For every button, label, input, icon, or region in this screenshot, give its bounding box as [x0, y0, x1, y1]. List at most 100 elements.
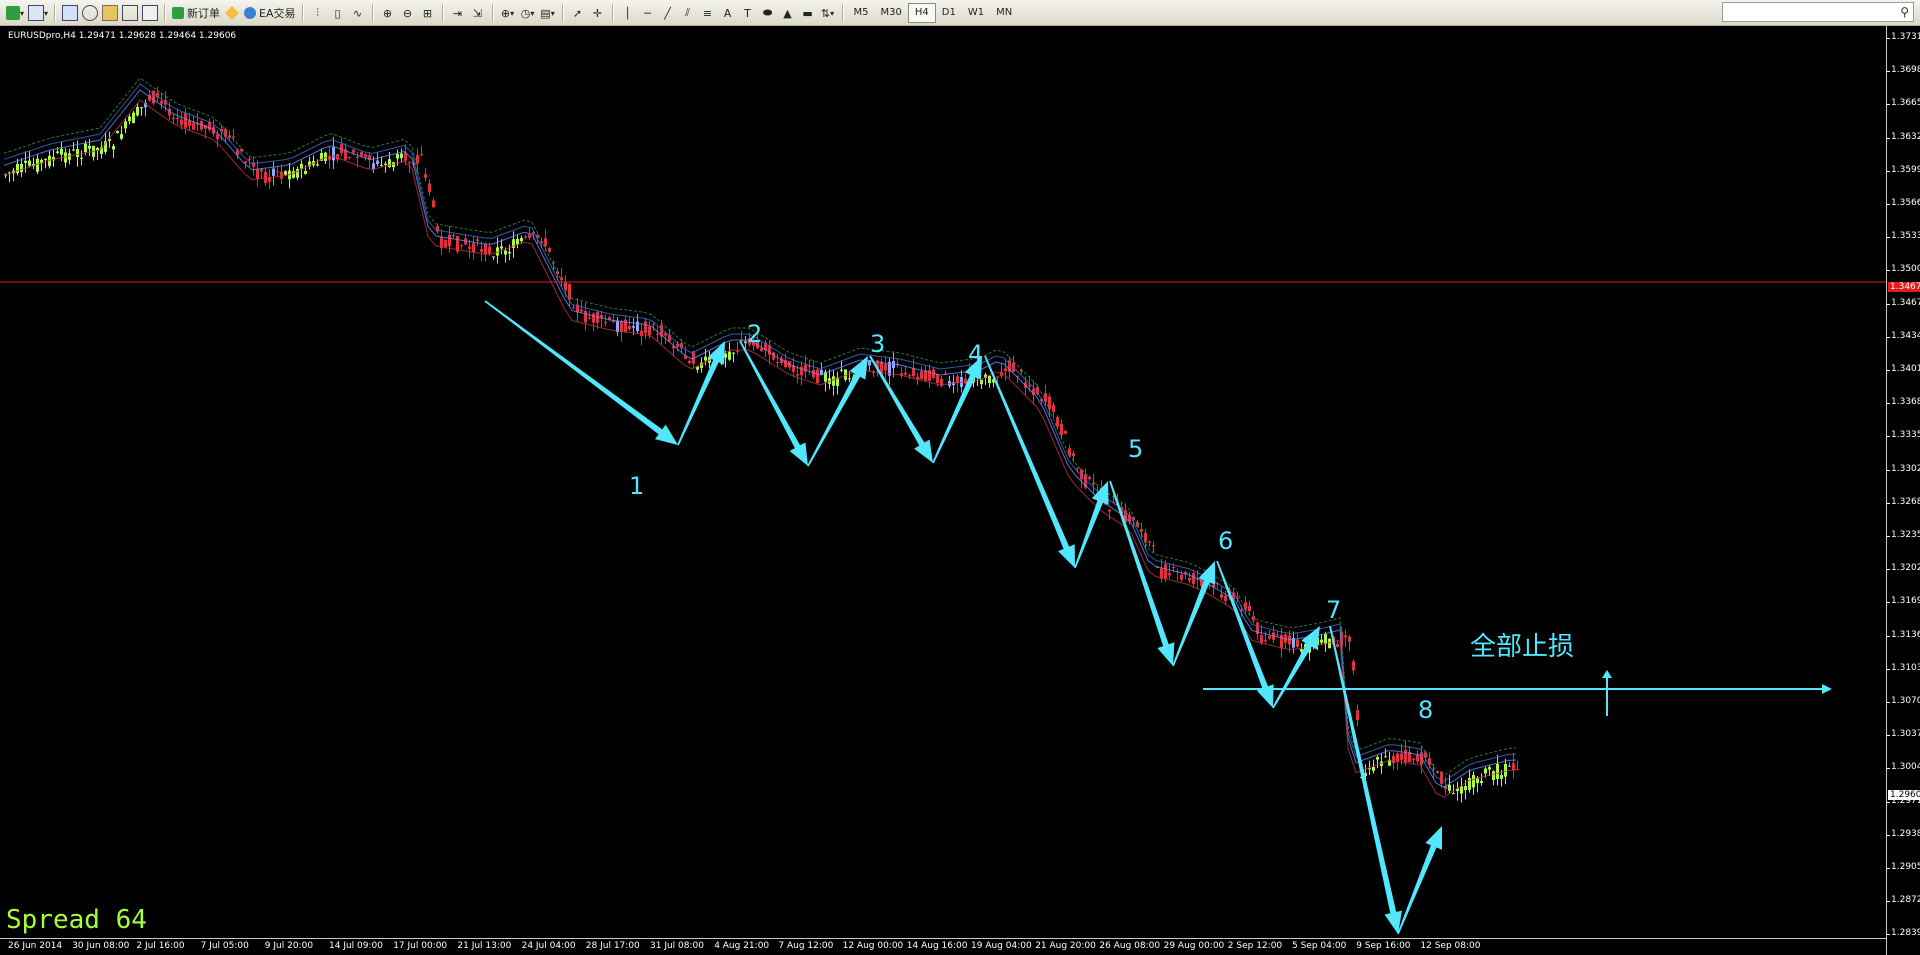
arrows-button[interactable]: ⇅ ▾ — [818, 3, 838, 23]
indicators-button[interactable]: ⊕ ▾ — [498, 3, 518, 23]
search-icon[interactable]: ⚲ — [1900, 5, 1909, 19]
price-axis[interactable]: 1.37310 1.36980 1.36650 1.36320 1.35990 1.356… — [1886, 26, 1920, 955]
time-tick: 7 Jul 05:00 — [200, 941, 249, 951]
time-axis[interactable]: 26 Jun 2014 30 Jun 08:00 2 Jul 16:00 7 Jul … — [0, 938, 1886, 955]
timeframe-mn[interactable]: MN — [990, 4, 1018, 22]
price-tick: 1.34670 — [1886, 298, 1920, 308]
timeframe-w1[interactable]: W1 — [962, 4, 990, 22]
ellipse-button[interactable]: ⬬ — [758, 3, 778, 23]
editor-icon — [224, 5, 240, 21]
stop-loss-line[interactable] — [1203, 670, 1832, 716]
wave-arrows — [484, 300, 1442, 935]
clock-icon: ◷ — [520, 6, 531, 20]
time-tick: 14 Aug 16:00 — [906, 941, 968, 951]
vertical-line-button[interactable]: │ — [618, 3, 638, 23]
cursor-button[interactable]: ➚ — [568, 3, 588, 23]
price-tick: 1.28725 — [1886, 895, 1920, 905]
navigator-button[interactable] — [100, 3, 120, 23]
tester-icon — [142, 5, 159, 21]
zoom-in-button[interactable]: ⊕ — [378, 3, 398, 23]
new-chart-button[interactable]: ▾ — [4, 3, 26, 23]
time-tick: 9 Jul 20:00 — [264, 941, 314, 951]
terminal-button[interactable] — [120, 3, 140, 23]
triangle-button[interactable]: ▲ — [778, 3, 798, 23]
timeframe-m30[interactable]: M30 — [875, 4, 908, 22]
time-tick: 24 Jul 04:00 — [521, 941, 576, 951]
data-window-button[interactable] — [80, 3, 100, 23]
ea-label: EA交易 — [259, 7, 296, 20]
vertical-line-icon: │ — [624, 6, 631, 20]
line-chart-button[interactable]: ∿ — [348, 3, 368, 23]
time-tick: 31 Jul 08:00 — [650, 941, 704, 951]
time-tick: 2 Jul 16:00 — [136, 941, 185, 951]
cursor-icon: ➚ — [572, 6, 583, 20]
timeframe-m5[interactable]: M5 — [848, 4, 875, 22]
crosshair-tool-icon: ✛ — [592, 6, 603, 20]
toolbar: ▾ ▾ 新订单 EA交易 ⫶ ▯ ∿ ⊕ ⊖ ⊞ ⇥ ⇲ ⊕ ▾ ◷ ▾ ▤ ▾ ➚ … — [0, 0, 1920, 26]
plus-chart-icon — [6, 6, 20, 20]
current-price-tag: 1.29606 — [1888, 790, 1920, 800]
trendline-button[interactable]: ╱ — [658, 3, 678, 23]
zoom-out-button[interactable]: ⊖ — [398, 3, 418, 23]
wave-arrow[interactable] — [1329, 625, 1402, 934]
wave-label-7: 7 — [1326, 596, 1342, 624]
ea-trading-button[interactable]: EA交易 — [242, 3, 297, 23]
chart-title: EURUSDpro,H4 1.29471 1.29628 1.29464 1.2… — [8, 31, 237, 41]
time-tick: 30 Jun 08:00 — [72, 941, 130, 951]
wave-label-8: 8 — [1418, 696, 1434, 724]
price-tick: 1.30045 — [1886, 762, 1920, 772]
text-icon: A — [723, 6, 732, 20]
metaeditor-button[interactable] — [222, 3, 242, 23]
wave-arrow[interactable] — [932, 356, 982, 464]
price-tick: 1.33350 — [1886, 430, 1920, 440]
candlestick-button[interactable]: ▯ — [328, 3, 348, 23]
wave-arrow[interactable] — [484, 300, 679, 445]
profiles-button[interactable]: ▾ — [26, 3, 50, 23]
wave-arrow[interactable] — [1216, 560, 1274, 708]
wave-arrow[interactable] — [1074, 481, 1109, 569]
time-tick: 4 Aug 21:00 — [714, 941, 770, 951]
terminal-icon — [122, 5, 139, 21]
time-tick: 2 Sep 12:00 — [1227, 941, 1283, 951]
bar-chart-button[interactable]: ⫶ — [308, 3, 328, 23]
wave-arrow[interactable] — [1272, 626, 1320, 709]
time-tick: 9 Sep 16:00 — [1356, 941, 1411, 951]
arrows-icon: ⇅ — [820, 6, 831, 20]
strategy-tester-button[interactable] — [140, 3, 160, 23]
price-chart-canvas[interactable] — [0, 26, 1886, 955]
autoscroll-button[interactable]: ⇲ — [468, 3, 488, 23]
market-watch-button[interactable] — [60, 3, 80, 23]
timeframe-h4[interactable]: H4 — [907, 3, 936, 23]
rectangle-button[interactable]: ▬ — [798, 3, 818, 23]
chart-shift-button[interactable]: ⇥ — [448, 3, 468, 23]
crosshair-button[interactable]: ✛ — [588, 3, 608, 23]
new-order-button[interactable]: 新订单 — [170, 3, 222, 23]
wave-label-4: 4 — [968, 340, 984, 368]
toolbar-file-group: ▾ ▾ 新订单 EA交易 ⫶ ▯ ∿ ⊕ ⊖ ⊞ ⇥ ⇲ ⊕ ▾ ◷ ▾ ▤ ▾ ➚ … — [4, 3, 1018, 23]
wave-label-6: 6 — [1218, 527, 1234, 555]
price-tick: 1.31035 — [1886, 663, 1920, 673]
text-tool-button[interactable]: A — [718, 3, 738, 23]
wave-arrow[interactable] — [1397, 826, 1442, 935]
template-icon: ▤ — [540, 6, 551, 20]
search-input[interactable]: ⚲ — [1722, 2, 1914, 22]
price-tick: 1.28395 — [1886, 928, 1920, 938]
fibonacci-button[interactable]: ≡ — [698, 3, 718, 23]
periods-button[interactable]: ◷ ▾ — [518, 3, 538, 23]
price-tick: 1.36980 — [1886, 65, 1920, 75]
price-tick: 1.35990 — [1886, 165, 1920, 175]
horizontal-line-button[interactable]: ─ — [638, 3, 658, 23]
label-tool-button[interactable]: T — [738, 3, 758, 23]
templates-button[interactable]: ▤ ▾ — [538, 3, 558, 23]
price-tick: 1.35000 — [1886, 264, 1920, 274]
rectangle-icon: ▬ — [802, 6, 813, 20]
time-tick: 26 Aug 08:00 — [1099, 941, 1161, 951]
candles — [4, 86, 1519, 803]
time-tick: 5 Sep 04:00 — [1292, 941, 1347, 951]
tile-windows-button[interactable]: ⊞ — [418, 3, 438, 23]
equidistant-channel-button[interactable]: ⫽ — [678, 3, 698, 23]
timeframe-d1[interactable]: D1 — [936, 4, 962, 22]
time-tick: 21 Jul 13:00 — [457, 941, 512, 951]
time-tick: 14 Jul 09:00 — [329, 941, 383, 951]
wave-label-2: 2 — [747, 320, 763, 348]
